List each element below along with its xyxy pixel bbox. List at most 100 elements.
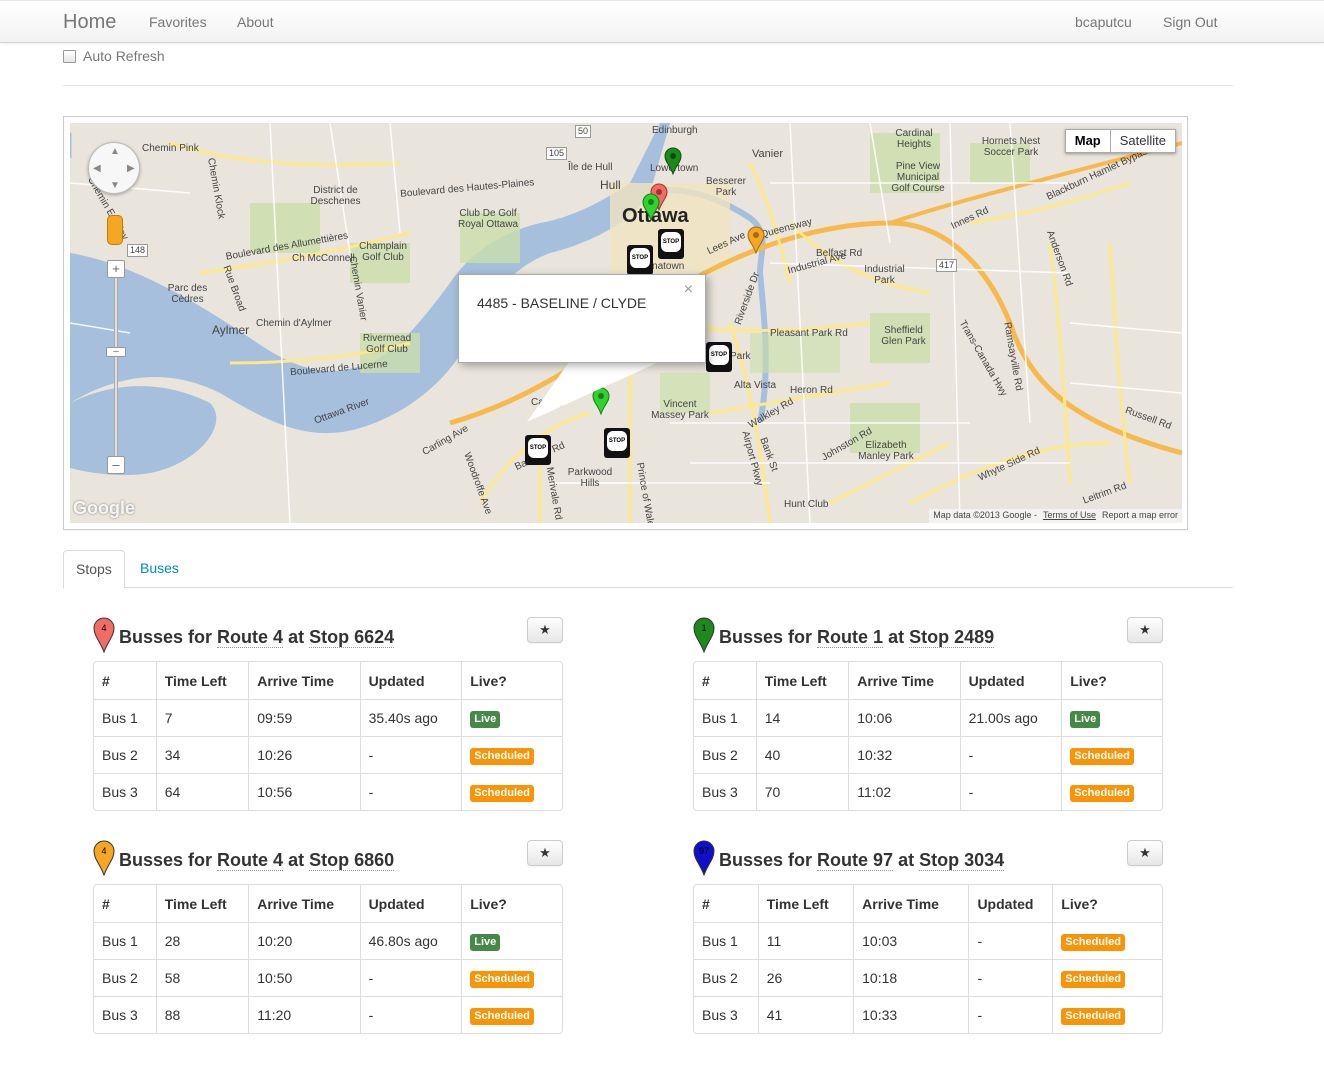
table-cell: Bus 2: [694, 736, 756, 773]
pan-up-icon[interactable]: ▲: [110, 146, 120, 157]
route-link[interactable]: Route 97: [817, 850, 894, 871]
table-cell: 40: [755, 736, 849, 773]
table-cell: Bus 2: [694, 959, 758, 996]
terms-of-use-link[interactable]: Terms of Use: [1043, 510, 1096, 522]
star-icon: ★: [1139, 845, 1151, 860]
table-row: Bus 2 26 10:18- Scheduled: [694, 959, 1162, 996]
stop-marker[interactable]: STOP: [604, 428, 630, 458]
table-cell: 7: [155, 699, 249, 736]
column-header: Time Left: [757, 885, 853, 922]
map-footer: Map data ©2013 Google - Terms of Use Rep…: [929, 509, 1182, 523]
stop-link[interactable]: Stop 6624: [309, 627, 395, 648]
nav-sign-out-link[interactable]: Sign Out: [1163, 14, 1217, 30]
map-type-map-button[interactable]: Map: [1064, 129, 1110, 153]
column-header: Arrive Time: [848, 662, 959, 699]
zoom-in-button[interactable]: +: [107, 260, 125, 278]
table-row: Bus 1 7 09:59 35.40s ago Live: [94, 699, 562, 736]
route-link[interactable]: Route 4: [217, 627, 284, 648]
status-badge: Scheduled: [470, 1007, 534, 1025]
panel-title-mid: at: [283, 627, 310, 647]
stop-link[interactable]: Stop 3034: [919, 850, 1005, 871]
route-link[interactable]: Route 1: [817, 627, 884, 648]
map-label: Hunt Club: [784, 499, 829, 510]
auto-refresh-control[interactable]: Auto Refresh: [63, 48, 165, 64]
stop-marker[interactable]: STOP: [706, 342, 732, 372]
table-cell: 14: [755, 699, 849, 736]
table-row: Bus 1 28 10:20 46.80s ago Live: [94, 922, 562, 959]
divider: [63, 85, 1233, 86]
zoom-slider-track[interactable]: [114, 268, 118, 468]
live-status-cell: Scheduled: [1061, 736, 1162, 773]
auto-refresh-checkbox[interactable]: [63, 49, 76, 63]
map-data-attribution: Map data ©2013 Google -: [933, 510, 1037, 520]
table-cell: -: [359, 736, 462, 773]
route-pin-icon: 4: [93, 617, 115, 653]
map-canvas[interactable]: Chemin Pink Edinburgh Vanier Cardinal He…: [70, 123, 1182, 523]
stop-marker[interactable]: STOP: [658, 229, 684, 259]
column-header: Updated: [359, 662, 462, 699]
table-header-row: # Time Left Arrive Time Updated Live?: [694, 662, 1162, 699]
live-status-cell: Live: [461, 699, 562, 736]
nav-about-link[interactable]: About: [237, 14, 274, 30]
report-map-error-link[interactable]: Report a map error: [1102, 510, 1178, 522]
pan-down-icon[interactable]: ▼: [110, 180, 120, 191]
nav-favorites-link[interactable]: Favorites: [149, 14, 207, 30]
live-status-cell: Live: [1061, 699, 1162, 736]
map-label: Champlain Golf Club: [359, 241, 407, 263]
panel-title: Busses for Route 4 at Stop 6624: [119, 627, 395, 648]
map-type-satellite-button[interactable]: Satellite: [1109, 129, 1176, 153]
stop-link[interactable]: Stop 6860: [309, 850, 395, 871]
brand-home-link[interactable]: Home: [63, 11, 116, 34]
favorite-star-button[interactable]: ★: [527, 840, 563, 866]
favorite-star-button[interactable]: ★: [1127, 840, 1163, 866]
tab-stops[interactable]: Stops: [63, 550, 125, 589]
table-cell: 10:56: [248, 773, 360, 810]
map-label: Pine View Municipal Golf Course: [891, 161, 945, 194]
map-label: Ch McConnell: [292, 253, 355, 264]
pan-right-icon[interactable]: ▶: [127, 163, 135, 174]
close-icon[interactable]: ×: [684, 281, 693, 299]
map-highway-shield: 50: [575, 125, 592, 138]
column-header: Time Left: [755, 662, 848, 699]
table-cell: Bus 1: [94, 922, 156, 959]
table-cell: 10:50: [248, 959, 360, 996]
stop-marker[interactable]: STOP: [525, 435, 551, 465]
zoom-out-button[interactable]: –: [107, 456, 125, 474]
map-label: Vanier: [752, 148, 783, 160]
status-badge: Scheduled: [470, 784, 534, 802]
table-cell: Bus 1: [694, 699, 756, 736]
map-label: Hornets Nest Soccer Park: [981, 136, 1041, 158]
nav-user-link[interactable]: bcaputcu: [1075, 14, 1132, 30]
favorite-star-button[interactable]: ★: [527, 617, 563, 643]
map-type-control: Map Satellite: [1064, 129, 1176, 153]
info-window: 4485 - BASELINE / CLYDE ×: [458, 274, 706, 363]
column-header: Time Left: [155, 885, 248, 922]
favorite-star-button[interactable]: ★: [1127, 617, 1163, 643]
table-cell: 10:26: [248, 736, 360, 773]
route-4-pin[interactable]: [747, 226, 765, 254]
table-cell: 64: [155, 773, 249, 810]
table-cell: -: [968, 922, 1053, 959]
table-cell: Bus 1: [694, 922, 758, 959]
panel-title-prefix: Busses for: [119, 850, 218, 870]
status-badge: Scheduled: [1061, 933, 1125, 951]
route-pin-icon: 1: [693, 617, 715, 653]
table-cell: -: [968, 959, 1053, 996]
google-logo: Google: [73, 498, 135, 518]
map-highway-shield: 148: [127, 244, 149, 257]
pan-left-icon[interactable]: ◀: [93, 163, 101, 174]
street-view-pegman-icon[interactable]: [107, 215, 123, 245]
stop-link[interactable]: Stop 2489: [909, 627, 995, 648]
route-86-pin[interactable]: [642, 193, 660, 221]
tab-buses[interactable]: Buses: [128, 550, 191, 588]
table-header-row: # Time Left Arrive Time Updated Live?: [94, 885, 562, 922]
zoom-slider-handle[interactable]: –: [106, 347, 126, 357]
column-header: Time Left: [155, 662, 248, 699]
column-header: Live?: [461, 885, 562, 922]
map-label: Park: [730, 351, 751, 362]
pan-control[interactable]: ▲ ▼ ◀ ▶: [88, 142, 140, 194]
route-1-pin[interactable]: [664, 147, 682, 175]
stop-marker[interactable]: STOP: [627, 245, 653, 275]
info-window-text: 4485 - BASELINE / CLYDE: [477, 295, 647, 311]
route-link[interactable]: Route 4: [217, 850, 284, 871]
